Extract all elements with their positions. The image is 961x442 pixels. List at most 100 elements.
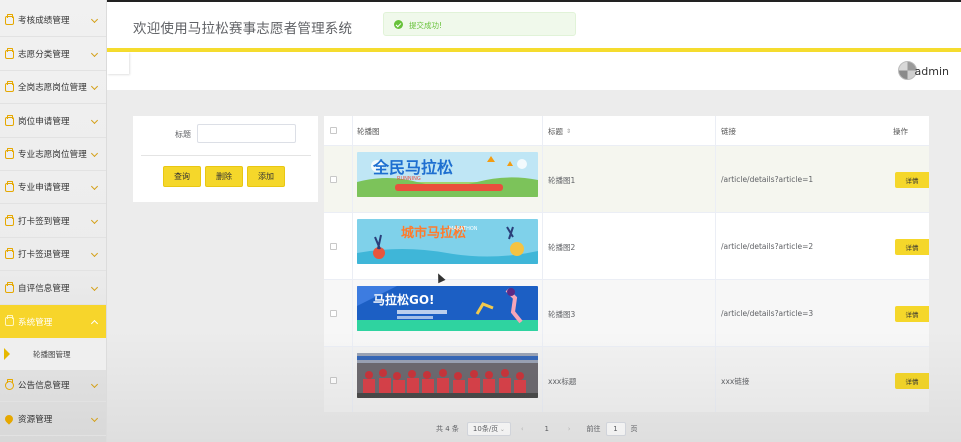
banner-1-headline: 全民马拉松 <box>372 158 453 177</box>
success-toast: 提交成功! <box>383 12 576 36</box>
detail-button[interactable]: 详情 <box>895 373 929 389</box>
add-button[interactable]: 添加 <box>247 166 285 187</box>
location-pin-icon <box>3 413 15 425</box>
table-row[interactable]: xxx标题 xxx链接 详情 <box>324 347 929 412</box>
page-size-select[interactable]: 10条/页 ⌄ <box>466 422 511 436</box>
banner-1-subtext: RUNNING <box>397 176 421 182</box>
row-link: xxx链接 <box>721 377 750 386</box>
row-checkbox[interactable] <box>330 377 337 384</box>
sidebar-item-label: 自评信息管理 <box>18 284 70 294</box>
prev-page-icon[interactable]: ‹ <box>521 425 524 433</box>
folder-icon <box>5 181 14 192</box>
detail-button[interactable]: 详情 <box>895 172 929 188</box>
row-link: /article/details?article=3 <box>721 309 814 318</box>
current-page[interactable]: 1 <box>536 422 558 436</box>
username[interactable]: admin <box>915 65 949 78</box>
column-header-title[interactable]: 标题 ⇕ <box>548 126 571 137</box>
query-button[interactable]: 查询 <box>163 166 201 187</box>
toast-message: 提交成功! <box>409 21 443 30</box>
folder-icon <box>5 48 14 59</box>
sidebar-item-resources[interactable]: 资源管理 <box>0 403 106 436</box>
row-link: /article/details?article=2 <box>721 242 814 251</box>
row-title: xxx标题 <box>548 377 577 386</box>
sidebar-item-check-out[interactable]: 打卡签退管理 <box>0 238 106 271</box>
chevron-down-icon <box>90 82 99 91</box>
sidebar-item-label: 全岗志愿岗位管理 <box>18 83 87 93</box>
column-header-image: 轮播图 <box>357 127 380 136</box>
chevron-down-icon <box>90 182 99 191</box>
sidebar-item-label: 资源管理 <box>18 415 53 425</box>
chevron-down-icon <box>90 216 99 225</box>
row-title: 轮播图1 <box>548 176 576 185</box>
column-divider <box>542 116 543 412</box>
sidebar-subitem-carousel[interactable]: 轮播图管理 <box>0 338 106 370</box>
folder-icon <box>5 215 14 226</box>
table-row[interactable]: 马拉松GO! 轮播图3 /article/details?article=3 详… <box>324 280 929 347</box>
select-all-checkbox[interactable] <box>330 127 337 134</box>
sidebar-item-self-evaluation[interactable]: 自评信息管理 <box>0 272 106 305</box>
row-checkbox[interactable] <box>330 243 337 250</box>
sidebar-item-label: 公告信息管理 <box>18 381 70 391</box>
sidebar-item-label: 志愿分类管理 <box>18 50 70 60</box>
sidebar-item-label: 岗位申请管理 <box>18 117 70 127</box>
chevron-down-icon <box>90 414 99 423</box>
row-title: 轮播图3 <box>548 310 576 319</box>
sidebar: 考核成绩管理 志愿分类管理 全岗志愿岗位管理 岗位申请管理 专业志愿岗位管理 专… <box>0 0 107 442</box>
collapse-toggle[interactable] <box>107 52 129 74</box>
folder-icon <box>5 248 14 259</box>
sidebar-item-label: 打卡签到管理 <box>18 217 70 227</box>
row-title: 轮播图2 <box>548 243 576 252</box>
sidebar-item-professional-posts[interactable]: 专业志愿岗位管理 <box>0 138 106 171</box>
delete-button[interactable]: 删除 <box>205 166 243 187</box>
sidebar-item-post-applications[interactable]: 岗位申请管理 <box>0 105 106 138</box>
detail-button[interactable]: 详情 <box>895 306 929 322</box>
user-bar: admin <box>107 52 961 90</box>
sidebar-item-label: 打卡签退管理 <box>18 250 70 260</box>
page-size-value: 10条/页 <box>472 425 499 433</box>
row-link: /article/details?article=1 <box>721 175 814 184</box>
chevron-down-icon <box>90 116 99 125</box>
banner-2-subtext: MARATHON <box>449 226 478 232</box>
sidebar-item-exam-scores[interactable]: 考核成绩管理 <box>0 4 106 37</box>
banner-3-headline: 马拉松GO! <box>373 292 435 307</box>
search-panel: 标题 查询 删除 添加 <box>133 116 318 202</box>
sort-icon[interactable]: ⇕ <box>566 128 571 135</box>
chevron-down-icon: ⌄ <box>499 425 505 433</box>
row-checkbox[interactable] <box>330 176 337 183</box>
row-checkbox[interactable] <box>330 310 337 317</box>
carousel-thumbnail <box>357 353 538 398</box>
goto-label: 前往 <box>586 425 601 433</box>
data-table: 轮播图 标题 ⇕ 链接 操作 全民马拉松 RUNNING 轮播图1 /articl… <box>324 116 929 412</box>
page-suffix: 页 <box>630 425 638 433</box>
table-header: 轮播图 标题 ⇕ 链接 操作 <box>324 116 929 146</box>
chevron-down-icon <box>90 283 99 292</box>
sidebar-item-label: 考核成绩管理 <box>18 16 70 26</box>
detail-button[interactable]: 详情 <box>895 239 929 255</box>
sidebar-item-volunteer-category[interactable]: 志愿分类管理 <box>0 38 106 71</box>
goto-page-input[interactable]: 1 <box>605 422 626 436</box>
sidebar-item-general-posts[interactable]: 全岗志愿岗位管理 <box>0 71 106 104</box>
column-header-title-text: 标题 <box>548 127 563 136</box>
sidebar-item-announcements[interactable]: 公告信息管理 <box>0 369 106 402</box>
sidebar-item-professional-applications[interactable]: 专业申请管理 <box>0 171 106 204</box>
pagination-total: 共 4 条 <box>436 425 459 433</box>
chevron-up-icon <box>90 319 99 328</box>
divider <box>141 155 311 156</box>
clock-icon <box>5 379 14 390</box>
table-row[interactable]: 全民马拉松 RUNNING 轮播图1 /article/details?arti… <box>324 146 929 213</box>
folder-icon <box>5 148 14 159</box>
sidebar-item-check-in[interactable]: 打卡签到管理 <box>0 205 106 238</box>
next-page-icon[interactable]: › <box>568 425 571 433</box>
folder-icon <box>5 115 14 126</box>
carousel-thumbnail: 全民马拉松 RUNNING <box>357 152 538 197</box>
chevron-down-icon <box>90 380 99 389</box>
carousel-thumbnail: 城市马拉松 MARATHON <box>357 219 538 264</box>
title-field-label: 标题 <box>175 130 191 139</box>
folder-icon <box>5 282 14 293</box>
table-row[interactable]: 城市马拉松 MARATHON 轮播图2 /article/details?art… <box>324 213 929 280</box>
chevron-down-icon <box>90 49 99 58</box>
title-search-input[interactable] <box>197 124 296 143</box>
sidebar-item-system[interactable]: 系统管理 <box>0 305 106 338</box>
sidebar-item-label: 专业志愿岗位管理 <box>18 150 87 160</box>
chevron-down-icon <box>90 149 99 158</box>
